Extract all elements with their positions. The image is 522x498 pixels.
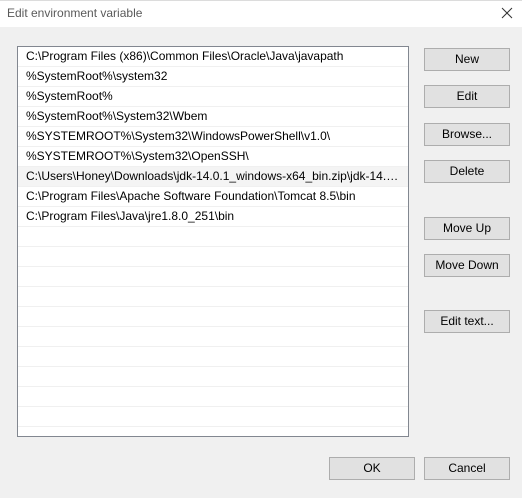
path-list-item[interactable]: %SystemRoot% [18, 87, 408, 107]
empty-list-row [18, 227, 408, 247]
close-button[interactable] [492, 1, 522, 27]
cancel-button[interactable]: Cancel [424, 457, 510, 480]
close-icon [501, 7, 513, 19]
empty-list-row [18, 427, 408, 436]
title-bar[interactable]: Edit environment variable [0, 1, 522, 27]
ok-button[interactable]: OK [329, 457, 415, 480]
empty-list-row [18, 387, 408, 407]
path-list-item[interactable]: %SYSTEMROOT%\System32\OpenSSH\ [18, 147, 408, 167]
empty-list-row [18, 367, 408, 387]
edit-text-button[interactable]: Edit text... [424, 310, 510, 333]
move-up-button[interactable]: Move Up [424, 217, 510, 240]
move-down-button[interactable]: Move Down [424, 254, 510, 277]
path-list-item[interactable]: %SystemRoot%\System32\Wbem [18, 107, 408, 127]
empty-list-row [18, 407, 408, 427]
path-list-item[interactable]: %SystemRoot%\system32 [18, 67, 408, 87]
empty-list-row [18, 247, 408, 267]
empty-list-row [18, 347, 408, 367]
path-list-item[interactable]: C:\Program Files\Java\jre1.8.0_251\bin [18, 207, 408, 227]
window-title: Edit environment variable [7, 6, 143, 20]
path-list-item[interactable]: C:\Program Files\Apache Software Foundat… [18, 187, 408, 207]
empty-list-row [18, 287, 408, 307]
path-list-item[interactable]: C:\Program Files (x86)\Common Files\Orac… [18, 47, 408, 67]
empty-list-row [18, 327, 408, 347]
path-list[interactable]: C:\Program Files (x86)\Common Files\Orac… [17, 46, 409, 437]
edit-environment-variable-dialog: Edit environment variable C:\Program Fil… [0, 0, 522, 498]
empty-list-row [18, 267, 408, 287]
empty-list-row [18, 307, 408, 327]
edit-button[interactable]: Edit [424, 85, 510, 108]
path-list-item[interactable]: %SYSTEMROOT%\System32\WindowsPowerShell\… [18, 127, 408, 147]
browse-button[interactable]: Browse... [424, 123, 510, 146]
path-list-item[interactable]: C:\Users\Honey\Downloads\jdk-14.0.1_wind… [18, 167, 408, 187]
delete-button[interactable]: Delete [424, 160, 510, 183]
new-button[interactable]: New [424, 48, 510, 71]
